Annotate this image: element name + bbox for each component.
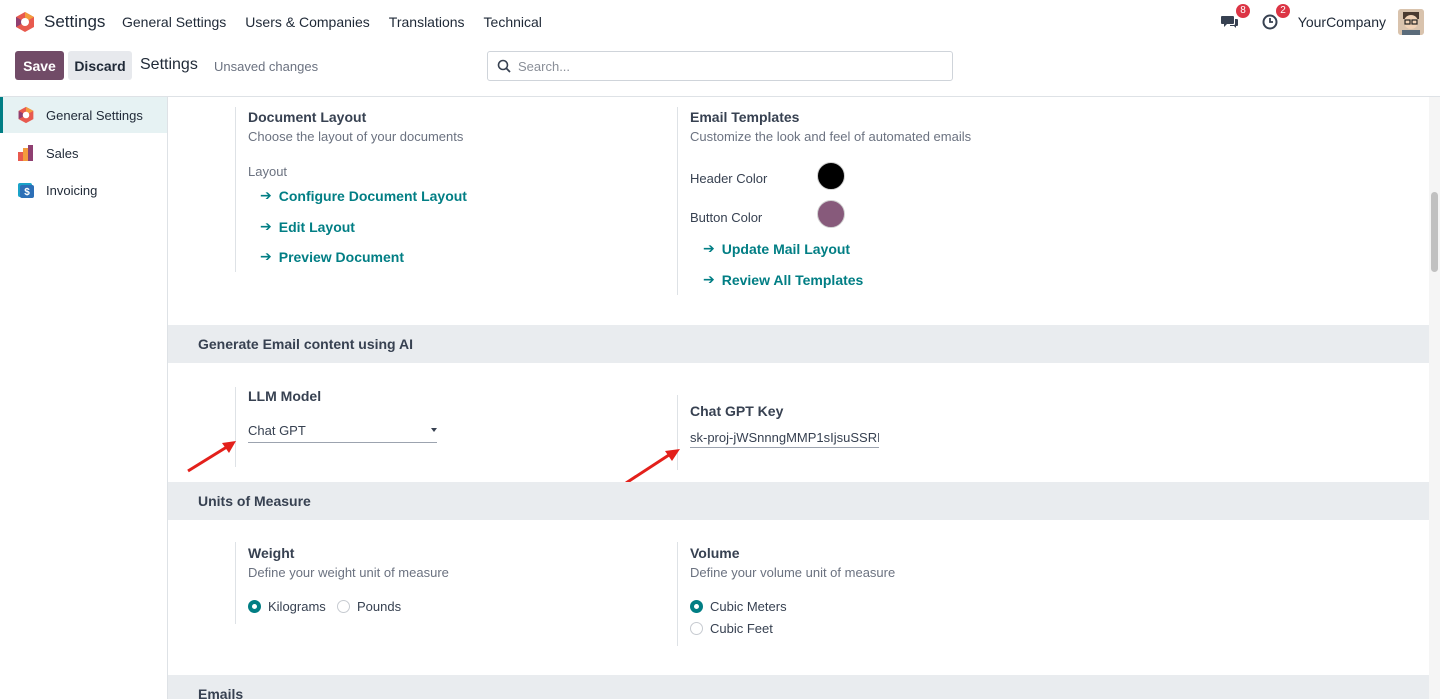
setting-divider [235,542,236,624]
avatar[interactable] [1398,9,1424,35]
configure-document-layout-link[interactable]: ➔ Configure Document Layout [260,187,467,204]
setting-divider [235,107,236,272]
link-label: Update Mail Layout [721,240,851,257]
uom-section-heading: Units of Measure [168,482,1429,520]
company-switcher[interactable]: YourCompany [1298,14,1386,30]
radio-label: Cubic Feet [710,621,773,636]
radio-checked-icon[interactable] [248,600,261,613]
control-panel: Save Discard Settings Unsaved changes [0,44,1440,97]
ai-section-heading: Generate Email content using AI [168,325,1429,363]
link-label: Configure Document Layout [278,187,467,204]
sidebar-item-label: Invoicing [46,182,98,198]
sidebar-item-sales[interactable]: Sales [0,135,167,171]
email-templates-desc: Customize the look and feel of automated… [690,129,972,144]
volume-cubic-feet-option[interactable]: Cubic Feet [690,621,773,636]
caret-down-icon [431,428,437,432]
sales-chart-icon [18,145,33,161]
chatgpt-key-input[interactable] [690,428,879,448]
annotation-arrow-icon [187,441,236,473]
arrow-right-icon: ➔ [703,240,715,256]
email-templates-title: Email Templates [690,109,800,125]
clock-icon [1262,14,1278,30]
messages-badge: 8 [1236,4,1250,18]
edit-layout-link[interactable]: ➔ Edit Layout [260,218,355,235]
layout-label: Layout [248,164,288,179]
annotation-arrow-icon [625,449,680,485]
button-color-label: Button Color [690,210,763,225]
user-avatar-icon [1398,9,1424,35]
radio-label: Pounds [357,599,402,614]
preview-document-link[interactable]: ➔ Preview Document [260,248,404,265]
menu-translations[interactable]: Translations [389,14,465,30]
activities-badge: 2 [1276,4,1290,18]
radio-unchecked-icon[interactable] [690,622,703,635]
scrollbar[interactable] [1429,97,1440,699]
volume-cubic-meters-option[interactable]: Cubic Meters [690,599,787,614]
header-color-label: Header Color [690,171,768,186]
unsaved-status: Unsaved changes [214,59,319,74]
invoice-dollar-icon: $ [18,183,34,198]
systray: 8 2 YourCompany [1218,4,1424,36]
search-icon [497,59,511,73]
svg-text:$: $ [24,187,30,198]
document-layout-title: Document Layout [248,109,367,125]
messages-button[interactable]: 8 [1218,4,1250,34]
chatgpt-key-title: Chat GPT Key [690,403,784,419]
radio-label: Cubic Meters [710,599,787,614]
odoo-logo-icon [18,106,34,124]
main-menu: General Settings Users & Companies Trans… [122,14,561,30]
header-color-swatch[interactable] [817,162,845,190]
odoo-logo-icon[interactable] [14,11,36,33]
button-color-swatch[interactable] [817,200,845,228]
weight-desc: Define your weight unit of measure [248,565,449,580]
search-box[interactable] [487,51,953,81]
arrow-right-icon: ➔ [703,271,715,287]
settings-sidebar: General Settings Sales $ Invoicing [0,97,168,699]
sidebar-item-invoicing[interactable]: $ Invoicing [0,172,167,208]
arrow-right-icon: ➔ [260,248,272,264]
arrow-right-icon: ➔ [260,187,272,203]
discard-button[interactable]: Discard [68,51,132,80]
save-button[interactable]: Save [15,51,64,80]
sidebar-item-general-settings[interactable]: General Settings [0,97,167,133]
chat-bubbles-icon [1220,16,1238,28]
link-label: Edit Layout [278,218,355,235]
weight-pounds-option[interactable]: Pounds [337,599,401,614]
document-layout-desc: Choose the layout of your documents [248,129,464,144]
weight-kilograms-option[interactable]: Kilograms [248,599,326,614]
update-mail-layout-link[interactable]: ➔ Update Mail Layout [703,240,850,257]
menu-users-companies[interactable]: Users & Companies [245,14,370,30]
menu-technical[interactable]: Technical [484,14,542,30]
setting-divider [677,542,678,646]
app-title[interactable]: Settings [44,12,105,32]
llm-model-value: Chat GPT [248,423,306,438]
activities-button[interactable]: 2 [1258,4,1290,34]
volume-title: Volume [690,545,740,561]
setting-divider [677,107,678,295]
sidebar-item-label: Sales [46,145,79,161]
weight-title: Weight [248,545,295,561]
review-all-templates-link[interactable]: ➔ Review All Templates [703,271,863,288]
link-label: Preview Document [278,248,404,265]
emails-section-heading: Emails [168,675,1429,699]
radio-label: Kilograms [268,599,326,614]
llm-model-select[interactable]: Chat GPT [248,423,437,443]
settings-content: Document Layout Choose the layout of you… [168,97,1429,699]
radio-unchecked-icon[interactable] [337,600,350,613]
sidebar-item-label: General Settings [46,107,143,123]
top-navbar: Settings General Settings Users & Compan… [0,0,1440,44]
link-label: Review All Templates [721,271,864,288]
scrollbar-thumb[interactable] [1431,192,1438,272]
page-title: Settings [140,56,198,73]
arrow-right-icon: ➔ [260,218,272,234]
volume-desc: Define your volume unit of measure [690,565,896,580]
llm-model-title: LLM Model [248,388,322,404]
radio-checked-icon[interactable] [690,600,703,613]
menu-general-settings[interactable]: General Settings [122,14,226,30]
search-input[interactable] [518,57,938,75]
